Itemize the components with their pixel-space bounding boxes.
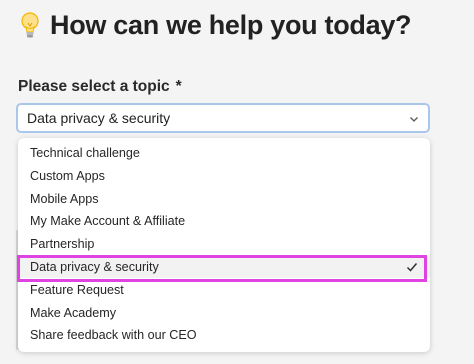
page-title: How can we help you today? [50, 10, 412, 40]
option-label: Make Academy [30, 306, 117, 320]
support-page: How can we help you today? Please select… [0, 0, 474, 364]
topic-select[interactable]: Data privacy & security [16, 103, 430, 133]
option-feature-request[interactable]: Feature Request [18, 279, 430, 301]
option-label: Partnership [30, 237, 95, 251]
topic-select-value: Data privacy & security [27, 110, 171, 126]
required-marker: * [175, 78, 182, 95]
option-technical-challenge[interactable]: Technical challenge [18, 142, 430, 164]
lightbulb-icon [18, 11, 42, 41]
option-label: Data privacy & security [30, 260, 159, 274]
option-account-affiliate[interactable]: My Make Account & Affiliate [18, 210, 430, 232]
option-label: My Make Account & Affiliate [30, 214, 186, 228]
option-partnership[interactable]: Partnership [18, 233, 430, 255]
page-heading: How can we help you today? [18, 10, 412, 41]
option-mobile-apps[interactable]: Mobile Apps [18, 188, 430, 210]
option-label: Technical challenge [30, 146, 140, 160]
option-feedback-ceo[interactable]: Share feedback with our CEO [18, 324, 430, 346]
option-make-academy[interactable]: Make Academy [18, 302, 430, 324]
chevron-down-icon [410, 117, 418, 122]
topic-field-label: Please select a topic * [18, 78, 182, 96]
option-custom-apps[interactable]: Custom Apps [18, 165, 430, 187]
topic-dropdown-list: Technical challenge Custom Apps Mobile A… [18, 138, 430, 352]
option-label: Share feedback with our CEO [30, 328, 197, 342]
topic-label-text: Please select a topic [18, 78, 170, 95]
option-label: Feature Request [30, 283, 124, 297]
option-data-privacy[interactable]: Data privacy & security [18, 256, 430, 278]
option-label: Custom Apps [30, 169, 105, 183]
option-label: Mobile Apps [30, 192, 99, 206]
checkmark-icon [406, 263, 418, 272]
